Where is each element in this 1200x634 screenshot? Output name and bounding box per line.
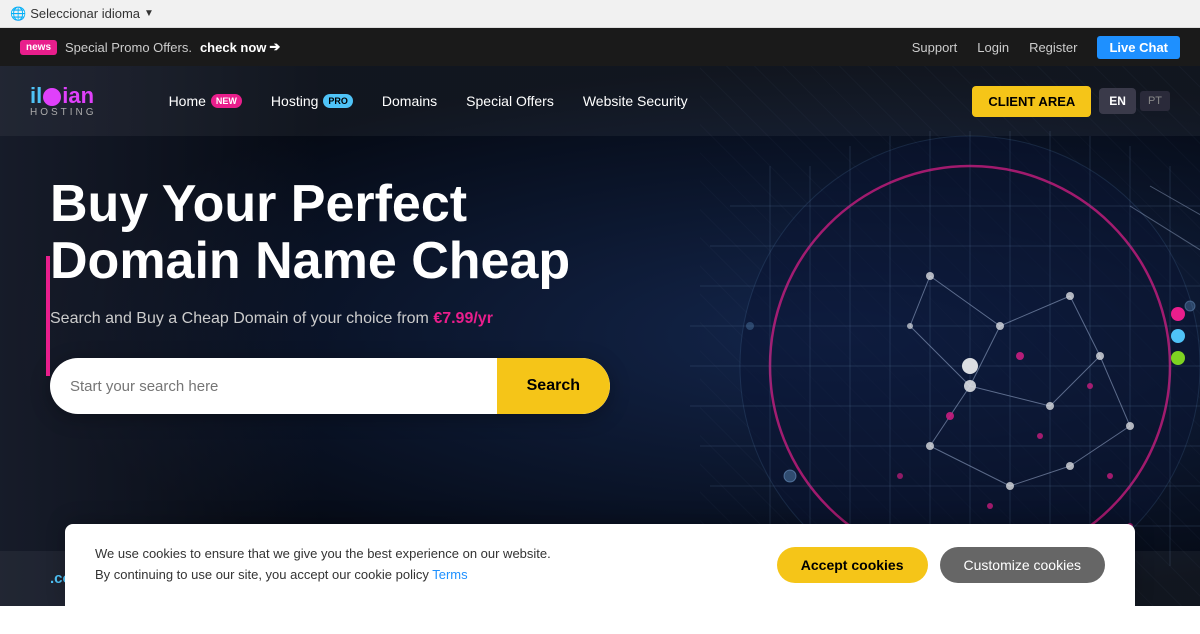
notif-text: Special Promo Offers. (65, 40, 192, 55)
hero-subtitle: Search and Buy a Cheap Domain of your ch… (50, 310, 590, 328)
notif-left: news Special Promo Offers. check now ➔ (20, 39, 280, 55)
cookie-text: We use cookies to ensure that we give yo… (95, 544, 551, 586)
lang-en-button[interactable]: EN (1099, 88, 1136, 114)
nav-domains[interactable]: Domains (370, 87, 449, 115)
cookie-buttons: Accept cookies Customize cookies (777, 547, 1105, 583)
cookie-banner: We use cookies to ensure that we give yo… (65, 524, 1135, 606)
hero-section: il ian HOSTING Home NEW Hosting PRO Doma… (0, 66, 1200, 606)
login-link[interactable]: Login (977, 40, 1009, 55)
notif-right: Support Login Register Live Chat (912, 36, 1180, 59)
pro-badge: PRO (323, 94, 353, 108)
terms-link[interactable]: Terms (432, 567, 467, 582)
client-area-button[interactable]: CLIENT AREA (972, 86, 1091, 117)
accept-cookies-button[interactable]: Accept cookies (777, 547, 928, 583)
dot-green[interactable] (1171, 351, 1185, 365)
chevron-down-icon: ▼ (144, 8, 154, 19)
hero-title: Buy Your Perfect Domain Name Cheap (50, 176, 590, 290)
new-badge: NEW (211, 94, 242, 108)
logo-hosting: HOSTING (30, 107, 97, 118)
dot-blue[interactable] (1171, 329, 1185, 343)
news-badge: news (20, 40, 57, 55)
check-now-link[interactable]: check now ➔ (200, 39, 280, 55)
live-chat-button[interactable]: Live Chat (1097, 36, 1180, 59)
nav-links: Home NEW Hosting PRO Domains Special Off… (157, 87, 963, 115)
globe-icon: 🌐 (10, 6, 26, 22)
nav-hosting[interactable]: Hosting PRO (259, 87, 365, 115)
arrow-icon: ➔ (269, 39, 280, 55)
customize-cookies-button[interactable]: Customize cookies (940, 547, 1106, 583)
search-box: Search (50, 358, 610, 414)
navbar: il ian HOSTING Home NEW Hosting PRO Doma… (0, 66, 1200, 136)
register-link[interactable]: Register (1029, 40, 1077, 55)
search-button[interactable]: Search (497, 358, 610, 414)
notification-bar: news Special Promo Offers. check now ➔ S… (0, 28, 1200, 66)
logo-text-il: il (30, 85, 42, 107)
lang-pt-button[interactable]: PT (1140, 91, 1170, 111)
hero-accent-line (46, 256, 50, 376)
hero-content: Buy Your Perfect Domain Name Cheap Searc… (0, 136, 640, 454)
nav-home[interactable]: Home NEW (157, 87, 254, 115)
logo-text-irian: ian (62, 85, 94, 107)
dot-pink[interactable] (1171, 307, 1185, 321)
nav-website-security[interactable]: Website Security (571, 87, 700, 115)
logo[interactable]: il ian HOSTING (30, 85, 97, 118)
hero-price: €7.99/yr (433, 310, 493, 327)
color-dots (1171, 307, 1185, 365)
search-input[interactable] (50, 378, 497, 395)
support-link[interactable]: Support (912, 40, 958, 55)
translate-bar: 🌐 Seleccionar idioma ▼ (0, 0, 1200, 28)
nav-special-offers[interactable]: Special Offers (454, 87, 566, 115)
translate-label: Seleccionar idioma (30, 6, 140, 21)
